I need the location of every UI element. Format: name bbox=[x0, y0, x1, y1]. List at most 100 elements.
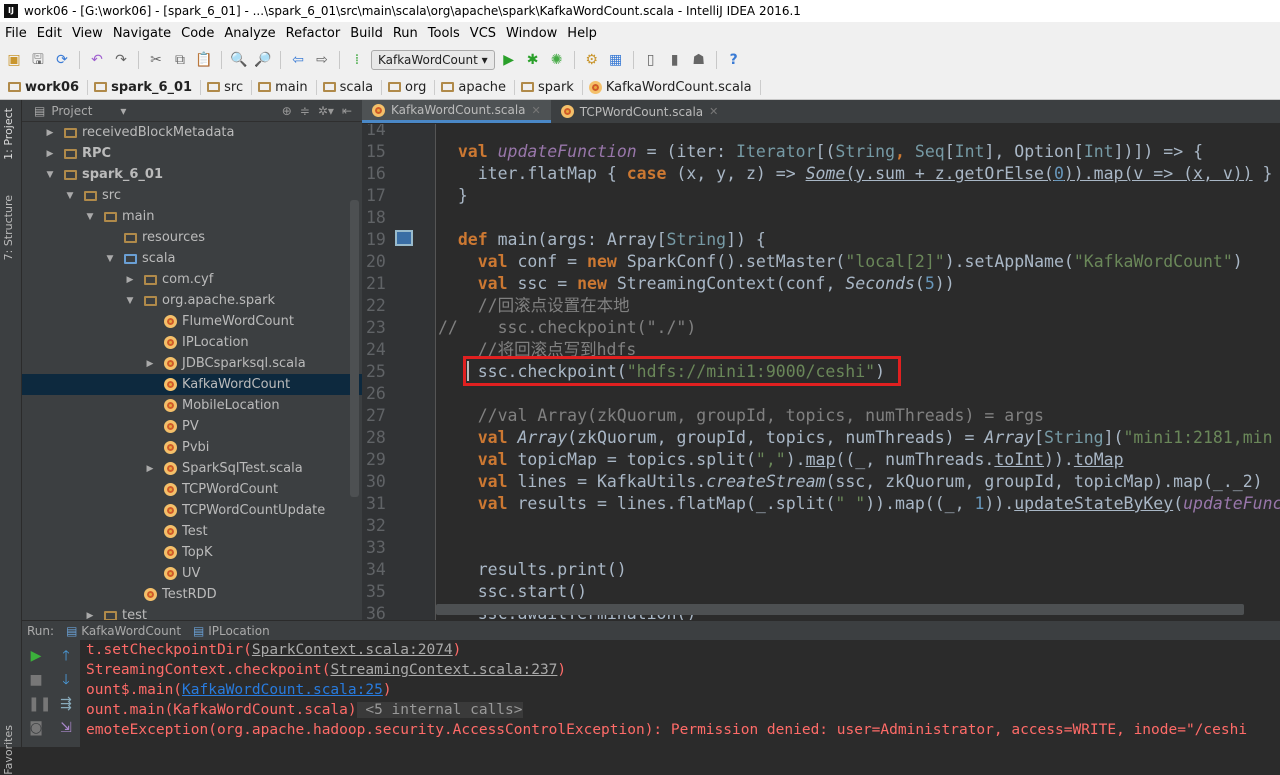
close-tab-icon[interactable]: ✕ bbox=[709, 105, 718, 118]
breadcrumb-item[interactable]: main bbox=[258, 79, 317, 95]
breadcrumb-item[interactable]: scala bbox=[322, 79, 383, 95]
find-icon[interactable]: 🔍 bbox=[229, 50, 249, 70]
tree-item[interactable]: ▼ scala bbox=[22, 248, 362, 269]
expand-arrow-icon[interactable]: ▶ bbox=[144, 359, 156, 369]
tree-item[interactable]: PV bbox=[22, 416, 362, 437]
replace-icon[interactable]: 🔎 bbox=[253, 50, 273, 70]
project-structure-icon[interactable]: ⚙ bbox=[582, 50, 602, 70]
menu-refactor[interactable]: Refactor bbox=[281, 22, 346, 45]
scroll-from-source-icon[interactable]: ⊕ bbox=[282, 104, 292, 118]
android-icon[interactable]: ☗ bbox=[689, 50, 709, 70]
editor-tab[interactable]: KafkaWordCount.scala ✕ bbox=[362, 100, 551, 123]
open-folder-icon[interactable]: ▣ bbox=[4, 50, 24, 70]
tree-item[interactable]: ▶ com.cyf bbox=[22, 269, 362, 290]
tree-item[interactable]: KafkaWordCount bbox=[22, 374, 362, 395]
forward-icon[interactable]: ⇨ bbox=[312, 50, 332, 70]
down-arrow-icon[interactable]: 🡓 bbox=[58, 672, 74, 688]
paste-icon[interactable]: 📋 bbox=[194, 50, 214, 70]
copy-icon[interactable]: ⧉ bbox=[170, 50, 190, 70]
stacktrace-link[interactable]: StreamingContext.scala:237 bbox=[330, 662, 557, 678]
tree-item[interactable]: IPLocation bbox=[22, 332, 362, 353]
run-tab-iplocation[interactable]: ▤ IPLocation bbox=[193, 624, 270, 638]
tree-item[interactable]: FlumeWordCount bbox=[22, 311, 362, 332]
breadcrumb-item[interactable]: spark_6_01 bbox=[94, 79, 202, 95]
console-output[interactable]: t.setCheckpointDir(SparkContext.scala:20… bbox=[80, 640, 1280, 747]
up-arrow-icon[interactable]: 🡑 bbox=[58, 648, 74, 664]
debug-icon[interactable]: ✱ bbox=[523, 50, 543, 70]
tree-item[interactable]: TCPWordCount bbox=[22, 479, 362, 500]
menu-tools[interactable]: Tools bbox=[423, 22, 465, 45]
project-tool-tab[interactable]: 1: Project bbox=[2, 108, 15, 160]
stacktrace-link[interactable]: SparkContext.scala:2074 bbox=[252, 642, 453, 658]
back-icon[interactable]: ⇦ bbox=[288, 50, 308, 70]
structure-tool-tab[interactable]: 7: Structure bbox=[2, 195, 15, 260]
sync-icon[interactable]: ⟳ bbox=[52, 50, 72, 70]
make-icon[interactable]: ⁞ bbox=[347, 50, 367, 70]
expand-arrow-icon[interactable]: ▶ bbox=[84, 611, 96, 621]
breadcrumb-item[interactable]: KafkaWordCount.scala bbox=[588, 79, 761, 95]
breadcrumb-item[interactable]: spark bbox=[520, 79, 583, 95]
gear-icon[interactable]: ✲▾ bbox=[318, 104, 334, 118]
expand-arrow-icon[interactable]: ▼ bbox=[44, 170, 56, 180]
collapse-all-icon[interactable]: ≑ bbox=[300, 104, 310, 118]
menu-run[interactable]: Run bbox=[388, 22, 423, 45]
menu-help[interactable]: Help bbox=[562, 22, 602, 45]
rerun-icon[interactable]: ▶ bbox=[28, 648, 44, 664]
menu-analyze[interactable]: Analyze bbox=[219, 22, 280, 45]
editor-tab[interactable]: TCPWordCount.scala ✕ bbox=[551, 100, 729, 123]
tree-item[interactable]: ▼ org.apache.spark bbox=[22, 290, 362, 311]
avd-icon[interactable]: ▮ bbox=[665, 50, 685, 70]
favorites-tool-tab[interactable]: Favorites bbox=[2, 725, 15, 775]
menu-code[interactable]: Code bbox=[176, 22, 219, 45]
tree-item[interactable]: MobileLocation bbox=[22, 395, 362, 416]
tree-item[interactable]: ▶ test bbox=[22, 605, 362, 620]
sdk-manager-icon[interactable]: ▦ bbox=[606, 50, 626, 70]
tree-item[interactable]: ▼ src bbox=[22, 185, 362, 206]
redo-icon[interactable]: ↷ bbox=[111, 50, 131, 70]
device-icon[interactable]: ▯ bbox=[641, 50, 661, 70]
tree-item[interactable]: ▶ RPC bbox=[22, 143, 362, 164]
tree-item[interactable]: Test bbox=[22, 521, 362, 542]
breadcrumb-item[interactable]: org bbox=[388, 79, 436, 95]
close-tab-icon[interactable]: ✕ bbox=[532, 104, 541, 117]
stacktrace-link[interactable]: KafkaWordCount.scala:25 bbox=[182, 682, 383, 698]
tree-item[interactable]: resources bbox=[22, 227, 362, 248]
menu-view[interactable]: View bbox=[67, 22, 108, 45]
editor-horizontal-scrollbar[interactable] bbox=[436, 604, 1244, 615]
help-icon[interactable]: ? bbox=[724, 50, 744, 70]
tree-item[interactable]: ▼ main bbox=[22, 206, 362, 227]
menu-navigate[interactable]: Navigate bbox=[108, 22, 176, 45]
breadcrumb-item[interactable]: apache bbox=[441, 79, 515, 95]
tree-item[interactable]: UV bbox=[22, 563, 362, 584]
menu-build[interactable]: Build bbox=[345, 22, 388, 45]
soft-wrap-icon[interactable]: ⇶ bbox=[58, 696, 74, 712]
tree-item[interactable]: ▶ SparkSqlTest.scala bbox=[22, 458, 362, 479]
tree-item[interactable]: TopK bbox=[22, 542, 362, 563]
tree-item[interactable]: ▼ spark_6_01 bbox=[22, 164, 362, 185]
coverage-icon[interactable]: ✺ bbox=[547, 50, 567, 70]
project-scrollbar[interactable] bbox=[350, 200, 359, 497]
run-tab-kafkawordcount[interactable]: ▤ KafkaWordCount bbox=[66, 624, 181, 638]
hide-panel-icon[interactable]: ⇤ bbox=[342, 104, 352, 118]
expand-arrow-icon[interactable]: ▼ bbox=[64, 191, 76, 201]
breadcrumb-item[interactable]: src bbox=[207, 79, 253, 95]
expand-arrow-icon[interactable]: ▶ bbox=[144, 464, 156, 474]
expand-arrow-icon[interactable]: ▶ bbox=[44, 128, 56, 138]
tree-item[interactable]: ▶ JDBCsparksql.scala bbox=[22, 353, 362, 374]
tree-item[interactable]: TestRDD bbox=[22, 584, 362, 605]
tree-item[interactable]: TCPWordCountUpdate bbox=[22, 500, 362, 521]
chevron-down-icon[interactable]: ▾ bbox=[120, 104, 126, 118]
scroll-to-end-icon[interactable]: ⇲ bbox=[58, 720, 74, 736]
expand-arrow-icon[interactable]: ▼ bbox=[84, 212, 96, 222]
undo-icon[interactable]: ↶ bbox=[87, 50, 107, 70]
save-icon[interactable]: 🖫 bbox=[28, 50, 48, 70]
menu-vcs[interactable]: VCS bbox=[465, 22, 501, 45]
project-view-select[interactable]: Project bbox=[51, 104, 92, 118]
expand-arrow-icon[interactable]: ▶ bbox=[124, 275, 136, 285]
pause-icon[interactable]: ❚❚ bbox=[28, 696, 51, 712]
tree-item[interactable]: ▶ receivedBlockMetadata bbox=[22, 122, 362, 143]
run-configuration-select[interactable]: KafkaWordCount ▾ bbox=[371, 50, 495, 70]
internal-calls-fold[interactable]: <5 internal calls> bbox=[356, 702, 523, 718]
expand-arrow-icon[interactable]: ▼ bbox=[104, 254, 116, 264]
menu-window[interactable]: Window bbox=[501, 22, 562, 45]
